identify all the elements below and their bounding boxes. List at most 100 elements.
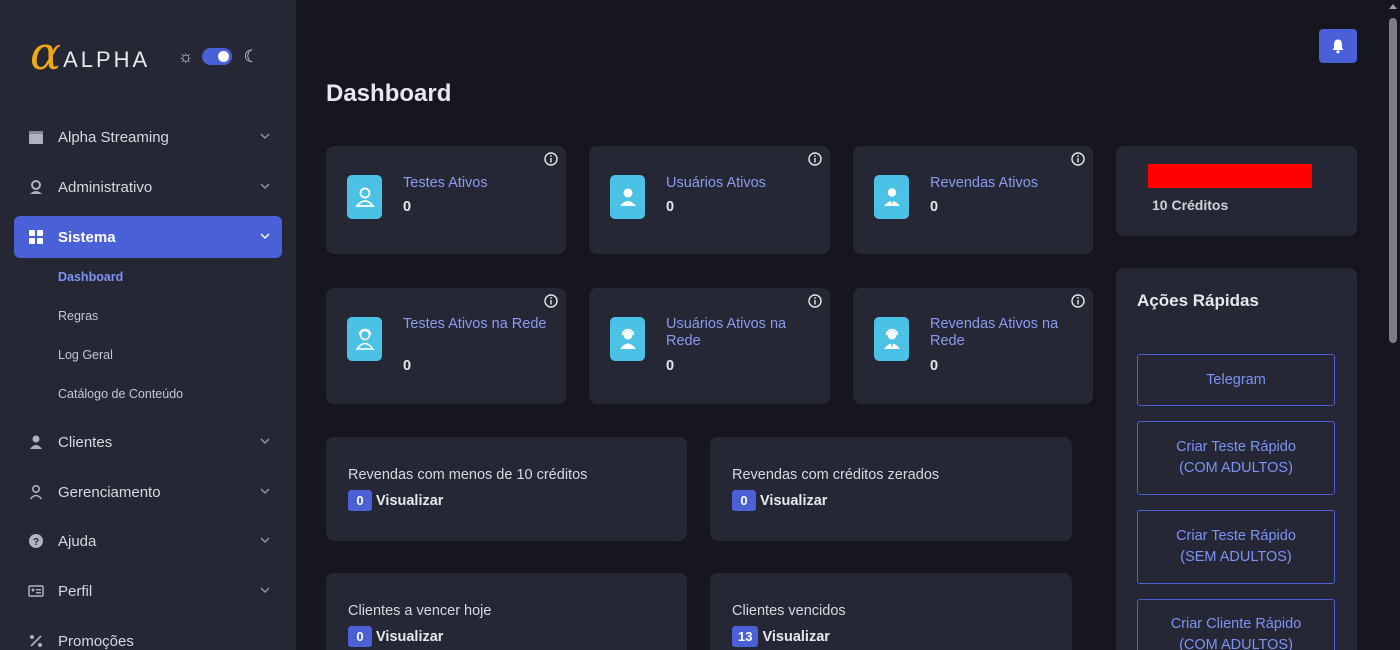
stat-card-testes-rede: Testes Ativos na Rede 0 <box>326 288 566 404</box>
sidebar-item-label: Sistema <box>58 228 116 246</box>
notifications-button[interactable] <box>1319 29 1357 63</box>
sidebar-item-alpha-streaming[interactable]: Alpha Streaming <box>14 116 282 158</box>
scroll-thumb[interactable] <box>1389 18 1397 343</box>
alert-action-row[interactable]: 0 Visualizar <box>348 490 443 511</box>
stat-value: 0 <box>403 199 412 215</box>
info-icon[interactable] <box>544 152 558 166</box>
info-icon[interactable] <box>1071 152 1085 166</box>
alert-label: Clientes a vencer hoje <box>348 603 492 619</box>
sidebar-item-sistema[interactable]: Sistema <box>14 216 282 258</box>
chevron-down-icon <box>260 587 270 594</box>
sidebar: α ALPHA ☼ ☾ Alpha Streaming Administrati… <box>0 0 296 650</box>
visualizar-link[interactable]: Visualizar <box>760 493 827 509</box>
stat-card-testes-ativos: Testes Ativos 0 <box>326 146 566 254</box>
svg-text:?: ? <box>33 537 39 548</box>
stat-label: Testes Ativos na Rede <box>403 316 547 332</box>
stat-value: 0 <box>666 199 675 215</box>
alert-label: Clientes vencidos <box>732 603 846 619</box>
sidebar-item-perfil[interactable]: Perfil <box>14 570 282 612</box>
admin-user-icon <box>28 179 44 195</box>
stat-value: 0 <box>930 199 939 215</box>
info-icon[interactable] <box>808 294 822 308</box>
brand-alpha-glyph: α <box>30 26 62 80</box>
criar-teste-com-adultos-button[interactable]: Criar Teste Rápido (COM ADULTOS) <box>1137 421 1335 495</box>
sidebar-item-label: Administrativo <box>58 178 153 196</box>
stat-card-usuarios-rede: Usuários Ativos na Rede 0 <box>589 288 830 404</box>
sidebar-item-gerenciamento[interactable]: Gerenciamento <box>14 471 282 513</box>
alert-label: Revendas com menos de 10 créditos <box>348 467 588 483</box>
page-scrollbar[interactable] <box>1386 0 1400 650</box>
sidebar-item-label: Clientes <box>58 433 113 451</box>
sidebar-subitem-log-geral[interactable]: Log Geral <box>58 348 113 362</box>
telegram-button[interactable]: Telegram <box>1137 354 1335 406</box>
quick-actions-title: Ações Rápidas <box>1137 291 1259 310</box>
headset-user-icon <box>347 317 382 361</box>
headset-user-tie-icon <box>874 317 909 361</box>
page-title: Dashboard <box>326 80 452 107</box>
credits-card: 10 Créditos <box>1116 146 1357 236</box>
info-icon[interactable] <box>544 294 558 308</box>
scroll-up-arrow[interactable] <box>1389 4 1397 9</box>
chevron-down-icon <box>260 183 270 190</box>
info-icon[interactable] <box>1071 294 1085 308</box>
sidebar-item-ajuda[interactable]: ? Ajuda <box>14 520 282 562</box>
stat-label: Usuários Ativos na Rede <box>666 316 787 349</box>
sidebar-item-label: Gerenciamento <box>58 483 161 501</box>
visualizar-link[interactable]: Visualizar <box>376 629 443 645</box>
count-badge: 0 <box>732 490 756 511</box>
quick-actions-panel: Ações Rápidas Telegram Criar Teste Rápid… <box>1116 268 1357 650</box>
bell-icon <box>1332 39 1344 54</box>
brand-name: ALPHA <box>63 47 151 72</box>
sidebar-item-label: Alpha Streaming <box>58 128 169 146</box>
alert-action-row[interactable]: 0 Visualizar <box>348 626 443 647</box>
visualizar-link[interactable]: Visualizar <box>376 493 443 509</box>
redacted-name-block <box>1148 164 1312 188</box>
alert-card-clientes-vencidos: Clientes vencidos 13 Visualizar <box>710 573 1072 650</box>
sidebar-item-administrativo[interactable]: Administrativo <box>14 166 282 208</box>
alert-action-row[interactable]: 0 Visualizar <box>732 490 827 511</box>
sidebar-item-label: Ajuda <box>58 532 97 550</box>
stat-value: 0 <box>403 358 412 374</box>
stat-label: Revendas Ativos <box>930 175 1039 191</box>
button-label: Telegram <box>1206 371 1266 388</box>
chevron-down-icon <box>260 488 270 495</box>
alert-action-row[interactable]: 13 Visualizar <box>732 626 830 647</box>
visualizar-link[interactable]: Visualizar <box>762 629 829 645</box>
sidebar-item-label: Promoções <box>58 632 134 650</box>
user-icon <box>610 175 645 219</box>
alert-card-revendas-creditos-zerados: Revendas com créditos zerados 0 Visualiz… <box>710 437 1072 541</box>
button-sublabel: (COM ADULTOS) <box>1179 637 1293 650</box>
button-label: Criar Teste Rápido <box>1176 528 1296 544</box>
user-icon <box>28 434 44 450</box>
sidebar-subitem-catalogo[interactable]: Catálogo de Conteúdo <box>58 387 183 401</box>
stat-label: Testes Ativos <box>403 175 488 191</box>
sidebar-item-promocoes[interactable]: Promoções <box>14 620 282 650</box>
sidebar-item-clientes[interactable]: Clientes <box>14 421 282 463</box>
info-icon[interactable] <box>808 152 822 166</box>
count-badge: 0 <box>348 490 372 511</box>
alert-card-clientes-vencer-hoje: Clientes a vencer hoje 0 Visualizar <box>326 573 687 650</box>
criar-cliente-com-adultos-button[interactable]: Criar Cliente Rápido (COM ADULTOS) <box>1137 599 1335 650</box>
chevron-down-icon <box>260 233 270 240</box>
id-card-icon <box>28 583 44 599</box>
stat-value: 0 <box>666 358 675 374</box>
stat-label: Usuários Ativos <box>666 175 766 191</box>
sidebar-subitem-dashboard[interactable]: Dashboard <box>58 270 123 284</box>
theme-toggle-switch[interactable] <box>201 48 232 65</box>
sidebar-item-label: Perfil <box>58 582 93 600</box>
percent-icon <box>28 633 44 649</box>
user-tie-icon <box>874 175 909 219</box>
question-icon: ? <box>28 533 44 549</box>
moon-icon: ☾ <box>243 47 259 66</box>
brand-logo[interactable]: α ALPHA <box>30 30 151 76</box>
alert-label: Revendas com créditos zerados <box>732 467 940 483</box>
stat-card-usuarios-ativos: Usuários Ativos 0 <box>589 146 830 254</box>
button-sublabel: (SEM ADULTOS) <box>1180 549 1292 565</box>
criar-teste-sem-adultos-button[interactable]: Criar Teste Rápido (SEM ADULTOS) <box>1137 510 1335 584</box>
chevron-down-icon <box>260 133 270 140</box>
alert-card-revendas-menos-creditos: Revendas com menos de 10 créditos 0 Visu… <box>326 437 687 541</box>
button-label: Criar Teste Rápido <box>1176 439 1296 455</box>
sidebar-subitem-regras[interactable]: Regras <box>58 309 98 323</box>
stat-label: Revendas Ativos na Rede <box>930 316 1059 349</box>
stat-card-revendas-ativos: Revendas Ativos 0 <box>853 146 1093 254</box>
